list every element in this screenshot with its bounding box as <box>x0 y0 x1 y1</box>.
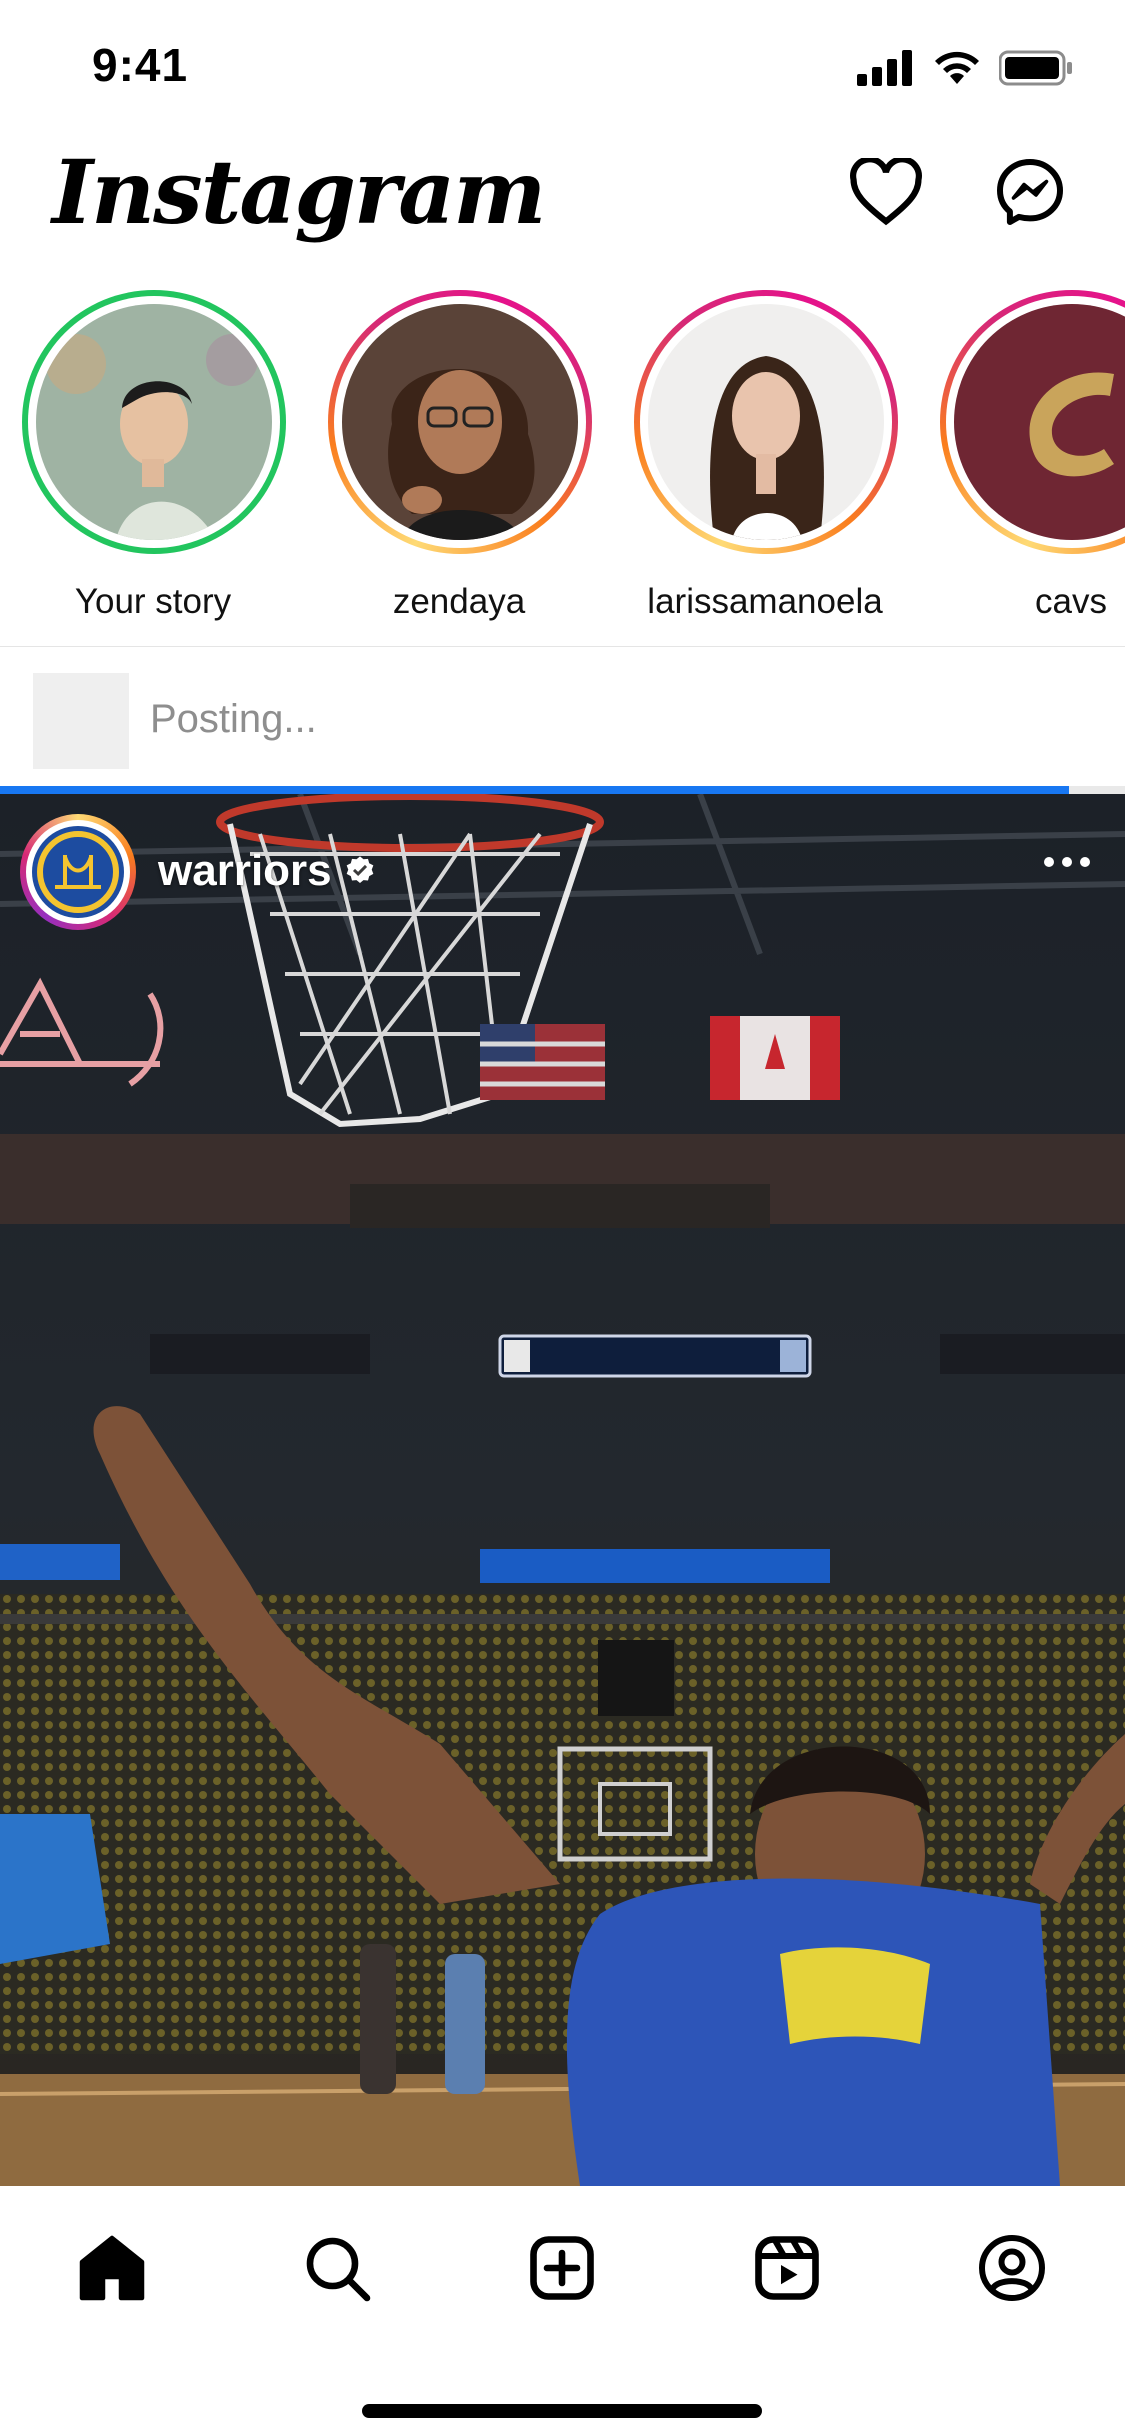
your-story-avatar <box>36 304 272 540</box>
cavs-avatar <box>954 304 1125 540</box>
story-label: Your story <box>74 582 232 621</box>
story-label: zendaya <box>392 582 526 621</box>
upload-thumbnail <box>33 673 129 769</box>
upload-status-bar: Posting... <box>0 646 1125 787</box>
upload-progress-bar <box>0 786 1125 794</box>
post-media[interactable]: warriors <box>0 794 1125 2186</box>
post-header: warriors <box>0 794 1125 930</box>
home-indicator <box>362 2404 762 2418</box>
post-avatar[interactable] <box>20 814 136 930</box>
status-bar: 9:41 <box>0 0 1125 132</box>
upload-status-text: Posting... <box>150 697 317 741</box>
story-label: cavs <box>1035 582 1107 621</box>
nav-search[interactable] <box>289 2220 385 2316</box>
verified-badge-icon <box>346 856 373 883</box>
story-zendaya[interactable]: zendaya <box>306 290 612 630</box>
wifi-icon <box>935 51 979 84</box>
post-username-row[interactable]: warriors <box>158 846 376 896</box>
story-cavs[interactable]: cavs <box>918 290 1125 630</box>
nav-create[interactable] <box>514 2220 610 2316</box>
signal-icon <box>857 50 912 86</box>
story-ring <box>328 290 592 554</box>
stories-tray: Your story zendaya larissamanoela cavs <box>0 282 1125 647</box>
story-ring <box>22 290 286 554</box>
zendaya-avatar <box>342 304 578 540</box>
search-icon <box>306 2237 371 2302</box>
larissamanoela-avatar <box>648 304 884 540</box>
messenger-icon <box>997 159 1063 225</box>
story-ring <box>634 290 898 554</box>
battery-icon <box>999 50 1072 86</box>
status-icons <box>857 50 1073 86</box>
bottom-navigation <box>0 2186 1125 2436</box>
app-header: Instagram <box>0 132 1125 282</box>
story-ring <box>940 290 1125 554</box>
create-icon <box>530 2236 594 2300</box>
nav-profile[interactable] <box>964 2220 1060 2316</box>
post-options-button[interactable] <box>1035 842 1099 882</box>
more-options-icon <box>1044 857 1090 867</box>
profile-icon <box>979 2235 1045 2301</box>
messages-button[interactable] <box>990 152 1070 232</box>
story-your-story[interactable]: Your story <box>0 290 306 630</box>
post-video-frame <box>0 794 1125 2186</box>
nav-reels[interactable] <box>739 2220 835 2316</box>
notifications-button[interactable] <box>846 152 926 232</box>
story-larissamanoela[interactable]: larissamanoela <box>612 290 918 630</box>
instagram-logo[interactable]: Instagram <box>52 140 546 244</box>
warriors-logo <box>32 826 124 918</box>
home-icon <box>79 2235 145 2301</box>
reels-icon <box>755 2236 819 2300</box>
post-username[interactable]: warriors <box>158 846 332 896</box>
upload-progress-fill <box>0 786 1069 794</box>
status-time: 9:41 <box>92 39 189 91</box>
heart-icon <box>850 158 922 226</box>
nav-home[interactable] <box>64 2220 160 2316</box>
story-label: larissamanoela <box>647 582 883 621</box>
